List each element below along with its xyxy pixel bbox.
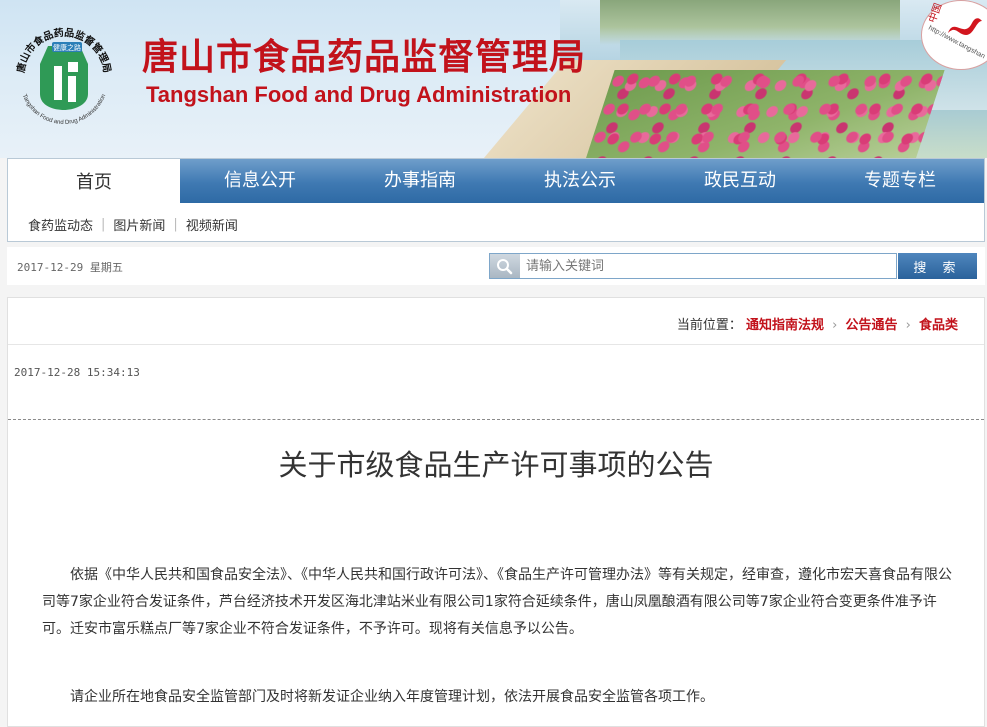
date-search-bar: 2017-12-29 星期五 — [7, 247, 985, 285]
search-box — [489, 253, 902, 279]
breadcrumb-link-notices-guides[interactable]: 通知指南法规 — [746, 318, 824, 333]
site-title-cn: 唐山市食品药品监督管理局 — [142, 37, 587, 78]
nav-item-home[interactable]: 首页 — [8, 159, 180, 203]
breadcrumb-link-announcements[interactable]: 公告通告 — [845, 318, 897, 333]
divider — [8, 344, 984, 345]
nav-item-law-enforcement[interactable]: 执法公示 — [500, 159, 660, 203]
article-paragraph: 依据《中华人民共和国食品安全法》、《中华人民共和国行政许可法》、《食品生产许可管… — [42, 567, 952, 637]
search-icon[interactable] — [490, 254, 520, 278]
article-title: 关于市级食品生产许可事项的公告 — [278, 448, 714, 482]
breadcrumb-separator-icon: › — [905, 318, 911, 333]
nav-item-public-interaction[interactable]: 政民互动 — [660, 159, 820, 203]
search-input[interactable] — [520, 254, 902, 278]
article-panel: 当前位置： 通知指南法规 › 公告通告 › 食品类 2017-12-28 15:… — [7, 297, 985, 727]
nav-item-info-disclosure[interactable]: 信息公开 — [180, 159, 340, 203]
article-timestamp: 2017-12-28 15:34:13 — [14, 366, 140, 379]
breadcrumb-prefix: 当前位置： — [676, 318, 742, 333]
current-date: 2017-12-29 星期五 — [17, 261, 123, 274]
subnav-item-food-drug-news[interactable]: 食药监动态 — [20, 215, 101, 234]
subnav-item-photo-news[interactable]: 图片新闻 — [105, 215, 173, 234]
subnav-item-video-news[interactable]: 视频新闻 — [178, 215, 246, 234]
banner-trees — [600, 0, 900, 45]
logo-badge-text: 健康之路 — [53, 43, 81, 52]
breadcrumb-link-food-category[interactable]: 食品类 — [919, 318, 958, 333]
search-button[interactable]: 搜 索 — [898, 253, 977, 279]
main-navigation: 首页 信息公开 办事指南 执法公示 政民互动 专题专栏 食药监动态 | 图片新闻… — [7, 158, 985, 242]
nav-item-special-topics[interactable]: 专题专栏 — [820, 159, 980, 203]
breadcrumb-separator-icon: › — [832, 318, 838, 333]
header-banner: 唐山市食品药品监督管理局 健康之路 Tangshan Food and Drug… — [0, 0, 987, 158]
sub-navigation: 食药监动态 | 图片新闻 | 视频新闻 — [20, 211, 246, 237]
nav-bar: 首页 信息公开 办事指南 执法公示 政民互动 专题专栏 — [8, 159, 984, 203]
nav-item-service-guide[interactable]: 办事指南 — [340, 159, 500, 203]
breadcrumb: 当前位置： 通知指南法规 › 公告通告 › 食品类 — [677, 314, 958, 333]
site-title-en: Tangshan Food and Drug Administration — [146, 82, 572, 107]
dashed-divider — [8, 419, 984, 420]
banner-flowers — [585, 70, 945, 158]
site-logo[interactable]: 唐山市食品药品监督管理局 健康之路 Tangshan Food and Drug… — [10, 18, 118, 128]
article-paragraph: 请企业所在地食品安全监管部门及时将新发证企业纳入年度管理计划，依法开展食品安全监… — [70, 689, 714, 705]
